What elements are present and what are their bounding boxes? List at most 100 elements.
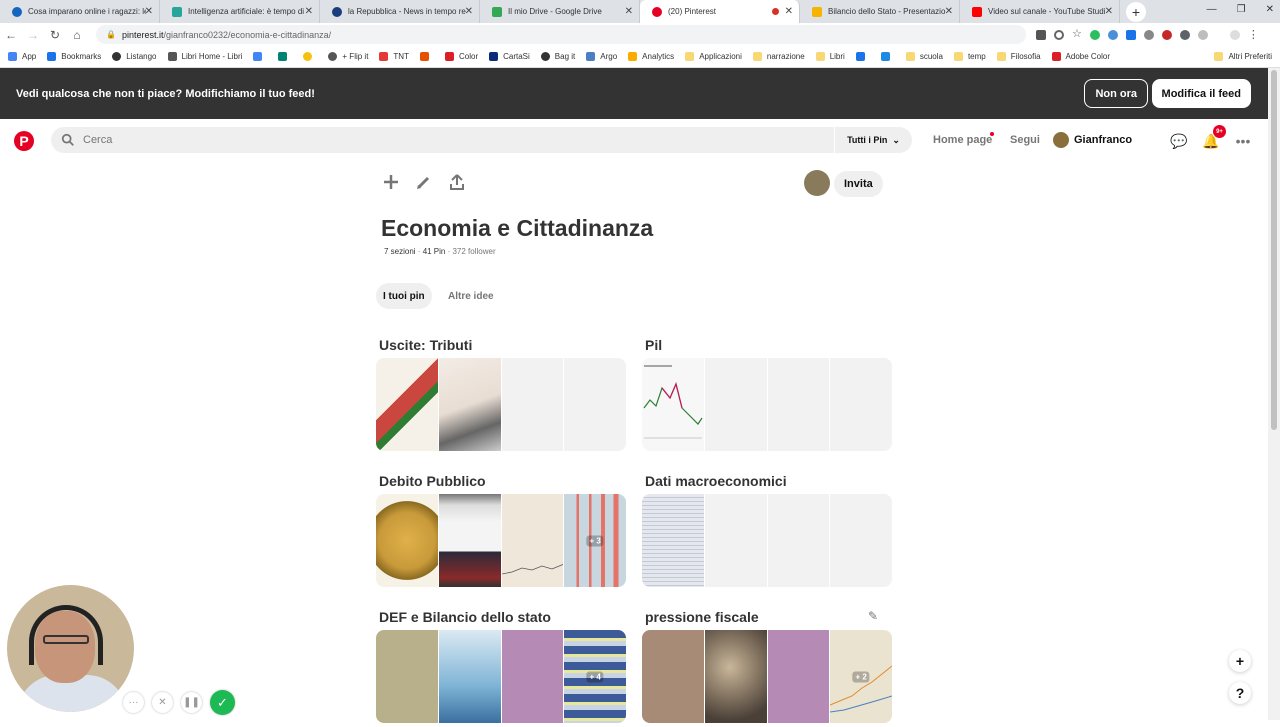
- bookmark[interactable]: Listango: [112, 52, 157, 61]
- board-section[interactable]: Dati macroeconomici: [642, 471, 892, 591]
- more-options-icon[interactable]: ···: [123, 692, 144, 713]
- bookmark[interactable]: [278, 52, 292, 61]
- section-thumbnails[interactable]: + 4: [376, 630, 626, 723]
- collaborator-avatar[interactable]: [804, 170, 830, 196]
- bookmark[interactable]: [419, 52, 434, 61]
- target-icon[interactable]: [1054, 29, 1064, 40]
- reload-icon[interactable]: ↻: [44, 28, 66, 42]
- bookmark[interactable]: Argo: [586, 52, 617, 61]
- search-input[interactable]: Cerca: [83, 134, 112, 146]
- search-scope-dropdown[interactable]: Tutti i Pin ⌄: [834, 127, 912, 153]
- pause-icon[interactable]: ❚❚: [181, 692, 202, 713]
- pencil-icon[interactable]: ✎: [868, 609, 878, 623]
- bookmark[interactable]: TNT: [379, 52, 409, 61]
- new-tab-button[interactable]: +: [1126, 2, 1146, 22]
- address-bar[interactable]: 🔒 pinterest.it/gianfranco0232/economia-e…: [96, 25, 1026, 44]
- bookmark-folder[interactable]: Filosofia: [996, 52, 1041, 61]
- back-icon[interactable]: ←: [0, 28, 22, 42]
- add-fab-button[interactable]: +: [1229, 650, 1251, 672]
- browser-tab[interactable]: Intelligenza artificiale: è tempo di ✕: [160, 0, 320, 23]
- messages-icon[interactable]: 💬: [1170, 132, 1188, 150]
- tab-your-pins[interactable]: I tuoi pin: [376, 283, 432, 309]
- bookmark[interactable]: [880, 52, 895, 61]
- following-link[interactable]: Segui: [1010, 134, 1040, 146]
- close-icon[interactable]: ✕: [305, 6, 313, 17]
- bookmark[interactable]: [303, 52, 317, 61]
- browser-tab[interactable]: Cosa imparano online i ragazzi: le ✕: [0, 0, 160, 23]
- bookmark[interactable]: Libri Home - Libri: [167, 52, 242, 61]
- profile-icon[interactable]: [1229, 29, 1240, 40]
- bookmark[interactable]: Adobe Color: [1051, 52, 1110, 61]
- scrollbar-thumb[interactable]: [1271, 70, 1277, 430]
- page-scrollbar[interactable]: [1268, 68, 1280, 720]
- pins-count[interactable]: 41 Pin: [423, 247, 446, 256]
- extension-icon[interactable]: [1179, 29, 1190, 40]
- add-icon[interactable]: [382, 173, 400, 191]
- browser-tab-active[interactable]: (20) Pinterest ✕: [640, 0, 800, 23]
- invite-button[interactable]: Invita: [834, 171, 883, 197]
- extension-icon[interactable]: [1161, 29, 1172, 40]
- section-thumbnails[interactable]: [642, 358, 892, 451]
- bookmark[interactable]: Bookmarks: [47, 52, 101, 61]
- forward-icon[interactable]: →: [22, 28, 44, 42]
- menu-icon[interactable]: ⋮: [1248, 28, 1259, 41]
- bookmark-folder[interactable]: temp: [953, 52, 986, 61]
- extension-icon[interactable]: [1107, 29, 1118, 40]
- bookmark[interactable]: CartaSi: [489, 52, 530, 61]
- bookmark[interactable]: App: [8, 52, 36, 61]
- bookmark[interactable]: Bag it: [540, 52, 575, 61]
- bookmark[interactable]: [855, 52, 870, 61]
- bookmark[interactable]: Color: [444, 52, 478, 61]
- not-now-button[interactable]: Non ora: [1084, 79, 1148, 108]
- sections-count[interactable]: 7 sezioni: [384, 247, 416, 256]
- share-icon[interactable]: [448, 173, 466, 191]
- bookmark[interactable]: + Flip it: [328, 52, 368, 61]
- help-button[interactable]: ?: [1229, 682, 1251, 704]
- edit-feed-button[interactable]: Modifica il feed: [1151, 79, 1251, 108]
- board-section[interactable]: Debito Pubblico + 3: [376, 471, 626, 591]
- bookmark-folder[interactable]: Applicazioni: [685, 52, 742, 61]
- close-icon[interactable]: ✕: [945, 6, 953, 17]
- board-section[interactable]: DEF e Bilancio dello stato + 4: [376, 607, 626, 727]
- finish-recording-icon[interactable]: ✓: [210, 690, 235, 715]
- camera-icon[interactable]: [1036, 29, 1046, 40]
- tab-more-ideas[interactable]: Altre idee: [441, 283, 501, 309]
- board-section[interactable]: Uscite: Tributi: [376, 335, 626, 455]
- search-bar[interactable]: Cerca Tutti i Pin ⌄: [51, 127, 912, 153]
- home-icon[interactable]: ⌂: [66, 28, 88, 42]
- bookmark[interactable]: [253, 52, 267, 61]
- pinterest-ext-icon[interactable]: [1143, 29, 1154, 40]
- maximize-icon[interactable]: ❐: [1237, 4, 1246, 15]
- bookmark-folder[interactable]: scuola: [905, 52, 943, 61]
- browser-tab[interactable]: Il mio Drive - Google Drive ✕: [480, 0, 640, 23]
- section-thumbnails[interactable]: + 2: [642, 630, 892, 723]
- bookmark[interactable]: Analytics: [628, 52, 674, 61]
- close-icon[interactable]: ✕: [465, 6, 473, 17]
- home-page-link[interactable]: Home page: [933, 134, 992, 146]
- evernote-icon[interactable]: [1089, 29, 1100, 40]
- close-window-icon[interactable]: ✕: [1266, 4, 1274, 15]
- board-section[interactable]: pressione fiscale + 2: [642, 607, 892, 727]
- star-icon[interactable]: ☆: [1072, 28, 1082, 40]
- board-section[interactable]: Pil: [642, 335, 892, 455]
- close-icon[interactable]: ✕: [145, 6, 153, 17]
- close-icon[interactable]: ✕: [625, 6, 633, 17]
- section-thumbnails[interactable]: [376, 358, 626, 451]
- browser-tab[interactable]: la Repubblica - News in tempo re ✕: [320, 0, 480, 23]
- extension-icon[interactable]: [1125, 29, 1136, 40]
- close-icon[interactable]: ✕: [785, 6, 793, 17]
- user-profile-link[interactable]: Gianfranco: [1053, 132, 1132, 148]
- pinterest-logo[interactable]: P: [14, 131, 34, 151]
- pencil-icon[interactable]: [415, 173, 433, 191]
- bookmark-folder[interactable]: Libri: [815, 52, 845, 61]
- browser-tab[interactable]: Bilancio dello Stato - Presentazio ✕: [800, 0, 960, 23]
- bookmark-folder[interactable]: narrazione: [752, 52, 805, 61]
- more-options-icon[interactable]: •••: [1234, 132, 1252, 150]
- bookmark-folder-other[interactable]: Altri Preferiti: [1214, 52, 1272, 61]
- browser-tab[interactable]: Video sul canale - YouTube Studi ✕: [960, 0, 1120, 23]
- followers-count[interactable]: 372 follower: [452, 247, 495, 256]
- close-icon[interactable]: ✕: [1105, 6, 1113, 17]
- section-thumbnails[interactable]: + 3: [376, 494, 626, 587]
- shield-icon[interactable]: [1197, 29, 1208, 40]
- cancel-recording-icon[interactable]: ✕: [152, 692, 173, 713]
